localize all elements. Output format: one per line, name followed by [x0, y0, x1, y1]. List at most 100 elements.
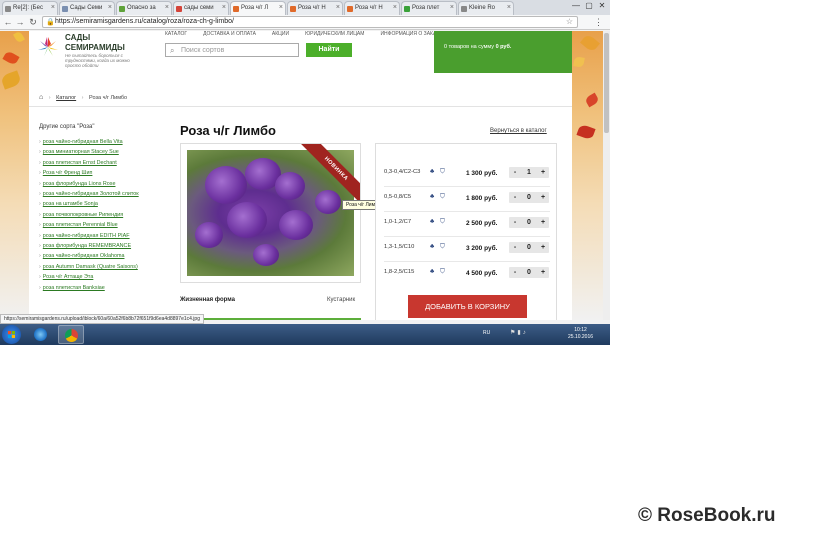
top-nav-item[interactable]: КАТАЛОГ [165, 31, 187, 37]
quantity-stepper[interactable]: -0 + [509, 267, 549, 278]
sidebar-variety-label: роза почвопокровные Рипендия [42, 211, 124, 218]
chevron-right-icon: › [39, 274, 41, 281]
breadcrumb-separator: › [81, 95, 84, 101]
browser-tab[interactable]: Опасно за × [116, 1, 172, 15]
reload-icon[interactable]: ↻ [27, 16, 39, 28]
tab-close-icon[interactable]: × [450, 4, 454, 11]
sidebar-variety-link[interactable]: › роза на штамбе Sonja [39, 199, 159, 209]
browser-tab[interactable]: Роза плет × [401, 1, 457, 15]
bookmark-star-icon[interactable]: ☆ [566, 17, 573, 27]
top-nav-item[interactable]: АКЦИИ [272, 31, 289, 37]
home-icon[interactable]: ⌂ [39, 94, 43, 101]
sidebar-variety-link[interactable]: › роза Autumn Damask (Quatre Saisons) [39, 262, 159, 272]
back-arrow-icon[interactable]: ← [2, 16, 14, 28]
search-input[interactable]: ⌕ Поиск сортов [165, 43, 299, 57]
chevron-right-icon: › [39, 201, 41, 208]
decrease-button[interactable]: - [509, 167, 521, 178]
sidebar-variety-link[interactable]: › роза чайно-гибридная Bella Vita [39, 137, 159, 147]
sidebar-variety-link[interactable]: › роза плетистая Perennial Blue [39, 220, 159, 230]
back-to-catalog-link[interactable]: Вернуться в каталог [490, 128, 547, 134]
quantity-value[interactable]: 0 [523, 192, 535, 203]
quantity-value[interactable]: 0 [523, 242, 535, 253]
breadcrumb-catalog-link[interactable]: Каталог [56, 95, 76, 101]
taskbar-ie[interactable] [28, 325, 54, 344]
tab-close-icon[interactable]: × [393, 4, 397, 11]
sidebar-variety-link[interactable]: › Роза ч/г Аттаще Эта [39, 272, 159, 282]
browser-menu-icon[interactable]: ⋮ [594, 17, 603, 28]
lifeform-value: Кустарник [327, 297, 356, 303]
maximize-icon[interactable]: ▢ [583, 0, 595, 12]
tab-close-icon[interactable]: × [279, 4, 283, 11]
chevron-right-icon: › [39, 139, 41, 145]
sidebar-variety-link[interactable]: › роза почвопокровные Рипендия [39, 210, 159, 220]
increase-button[interactable]: + [537, 242, 549, 253]
sidebar-variety-link[interactable]: › Роза ч/г Френд Шип [39, 168, 159, 178]
price-row-divider [384, 236, 550, 237]
site-header: САДЫ СЕМИРАМИДЫ Не пытайтесь бороться с … [29, 31, 572, 89]
sidebar-variety-link[interactable]: › роза чайно-гибридная EDITH PIAF [39, 231, 159, 241]
add-to-cart-button[interactable]: ДОБАВИТЬ В КОРЗИНУ [408, 295, 527, 318]
search-button[interactable]: Найти [306, 43, 352, 57]
decrease-button[interactable]: - [509, 267, 521, 278]
decrease-button[interactable]: - [509, 242, 521, 253]
minimize-icon[interactable]: — [570, 0, 582, 12]
quantity-stepper[interactable]: -1 + [509, 167, 549, 178]
start-button[interactable] [2, 325, 21, 344]
breadcrumb-separator: › [48, 95, 51, 101]
variant-price: 4 500 руб. [466, 270, 498, 277]
tab-close-icon[interactable]: × [336, 4, 340, 11]
cart-summary[interactable]: 0 товаров на сумму 0 руб. [434, 31, 572, 73]
sidebar-variety-link[interactable]: › роза плетистая Banksiae [39, 283, 159, 293]
chevron-right-icon: › [39, 170, 41, 177]
tray-icons[interactable]: ⚑▮♪ [510, 329, 528, 336]
browser-tab[interactable]: Сады Семи × [59, 1, 115, 15]
sidebar-variety-link[interactable]: › роза плетистая Ernst Dechant [39, 158, 159, 168]
increase-button[interactable]: + [537, 192, 549, 203]
page-scrollbar[interactable] [603, 31, 610, 320]
volume-icon: ♪ [522, 330, 528, 336]
browser-tab[interactable]: Роза ч/г Л × [230, 1, 286, 15]
browser-tab[interactable]: Kleine Ro × [458, 1, 514, 15]
sidebar-variety-link[interactable]: › роза флорибунда REMEMBRANCE [39, 241, 159, 251]
tab-close-icon[interactable]: × [222, 4, 226, 11]
cart-sum: 0 руб. [495, 44, 512, 50]
forward-arrow-icon[interactable]: → [14, 16, 26, 28]
language-indicator[interactable]: RU [483, 330, 490, 336]
sidebar-variety-link[interactable]: › роза чайно-гибридная Oklahoma [39, 251, 159, 261]
quantity-stepper[interactable]: -0 + [509, 242, 549, 253]
sidebar-variety-link[interactable]: › роза миниатюрная Stacey Sue [39, 147, 159, 157]
browser-tab-strip: Re[2]: (Бес × Сады Семи × Опасно за × сады сем… [0, 0, 610, 15]
quantity-stepper[interactable]: -0 + [509, 217, 549, 228]
browser-tab[interactable]: Роза ч/г Н × [344, 1, 400, 15]
browser-tab[interactable]: Re[2]: (Бес × [2, 1, 58, 15]
decrease-button[interactable]: - [509, 192, 521, 203]
site-tagline: Не пытайтесь бороться с трудностями, ког… [65, 53, 130, 68]
browser-tab[interactable]: Роза ч/г Н × [287, 1, 343, 15]
quantity-value[interactable]: 1 [523, 167, 535, 178]
decrease-button[interactable]: - [509, 217, 521, 228]
window-close-icon[interactable]: ✕ [596, 0, 608, 12]
quantity-stepper[interactable]: -0 + [509, 192, 549, 203]
tab-favicon-icon [233, 6, 239, 12]
increase-button[interactable]: + [537, 217, 549, 228]
browser-tab[interactable]: сады семи × [173, 1, 229, 15]
top-nav-item[interactable]: ДОСТАВКА И ОПЛАТА [203, 31, 256, 37]
scrollbar-thumb[interactable] [604, 33, 609, 133]
quantity-value[interactable]: 0 [523, 217, 535, 228]
tab-close-icon[interactable]: × [507, 4, 511, 11]
quantity-value[interactable]: 0 [523, 267, 535, 278]
taskbar-chrome[interactable] [58, 325, 84, 344]
taskbar-clock[interactable]: 10:12 25.10.2016 [568, 327, 593, 341]
increase-button[interactable]: + [537, 267, 549, 278]
sidebar-variety-link[interactable]: › роза чайно-гибридная Золотой слиток [39, 189, 159, 199]
tab-close-icon[interactable]: × [165, 4, 169, 11]
tab-close-icon[interactable]: × [51, 4, 55, 11]
address-bar[interactable]: 🔒 https://semiramisgardens.ru/catalog/ro… [42, 16, 578, 28]
variant-size: 0,3-0,4/С2-С3 [384, 169, 421, 175]
top-nav-item[interactable]: ЮРИДИЧЕСКИМ ЛИЦАМ [305, 31, 364, 37]
site-brand[interactable]: САДЫ СЕМИРАМИДЫ [65, 33, 125, 52]
sidebar-variety-link[interactable]: › роза флорибунда Lions Rose [39, 179, 159, 189]
tab-close-icon[interactable]: × [108, 4, 112, 11]
price-row: 0,3-0,4/С2-С3 ♣ ⛉ 1 300 руб. -1 + [384, 166, 550, 186]
increase-button[interactable]: + [537, 167, 549, 178]
